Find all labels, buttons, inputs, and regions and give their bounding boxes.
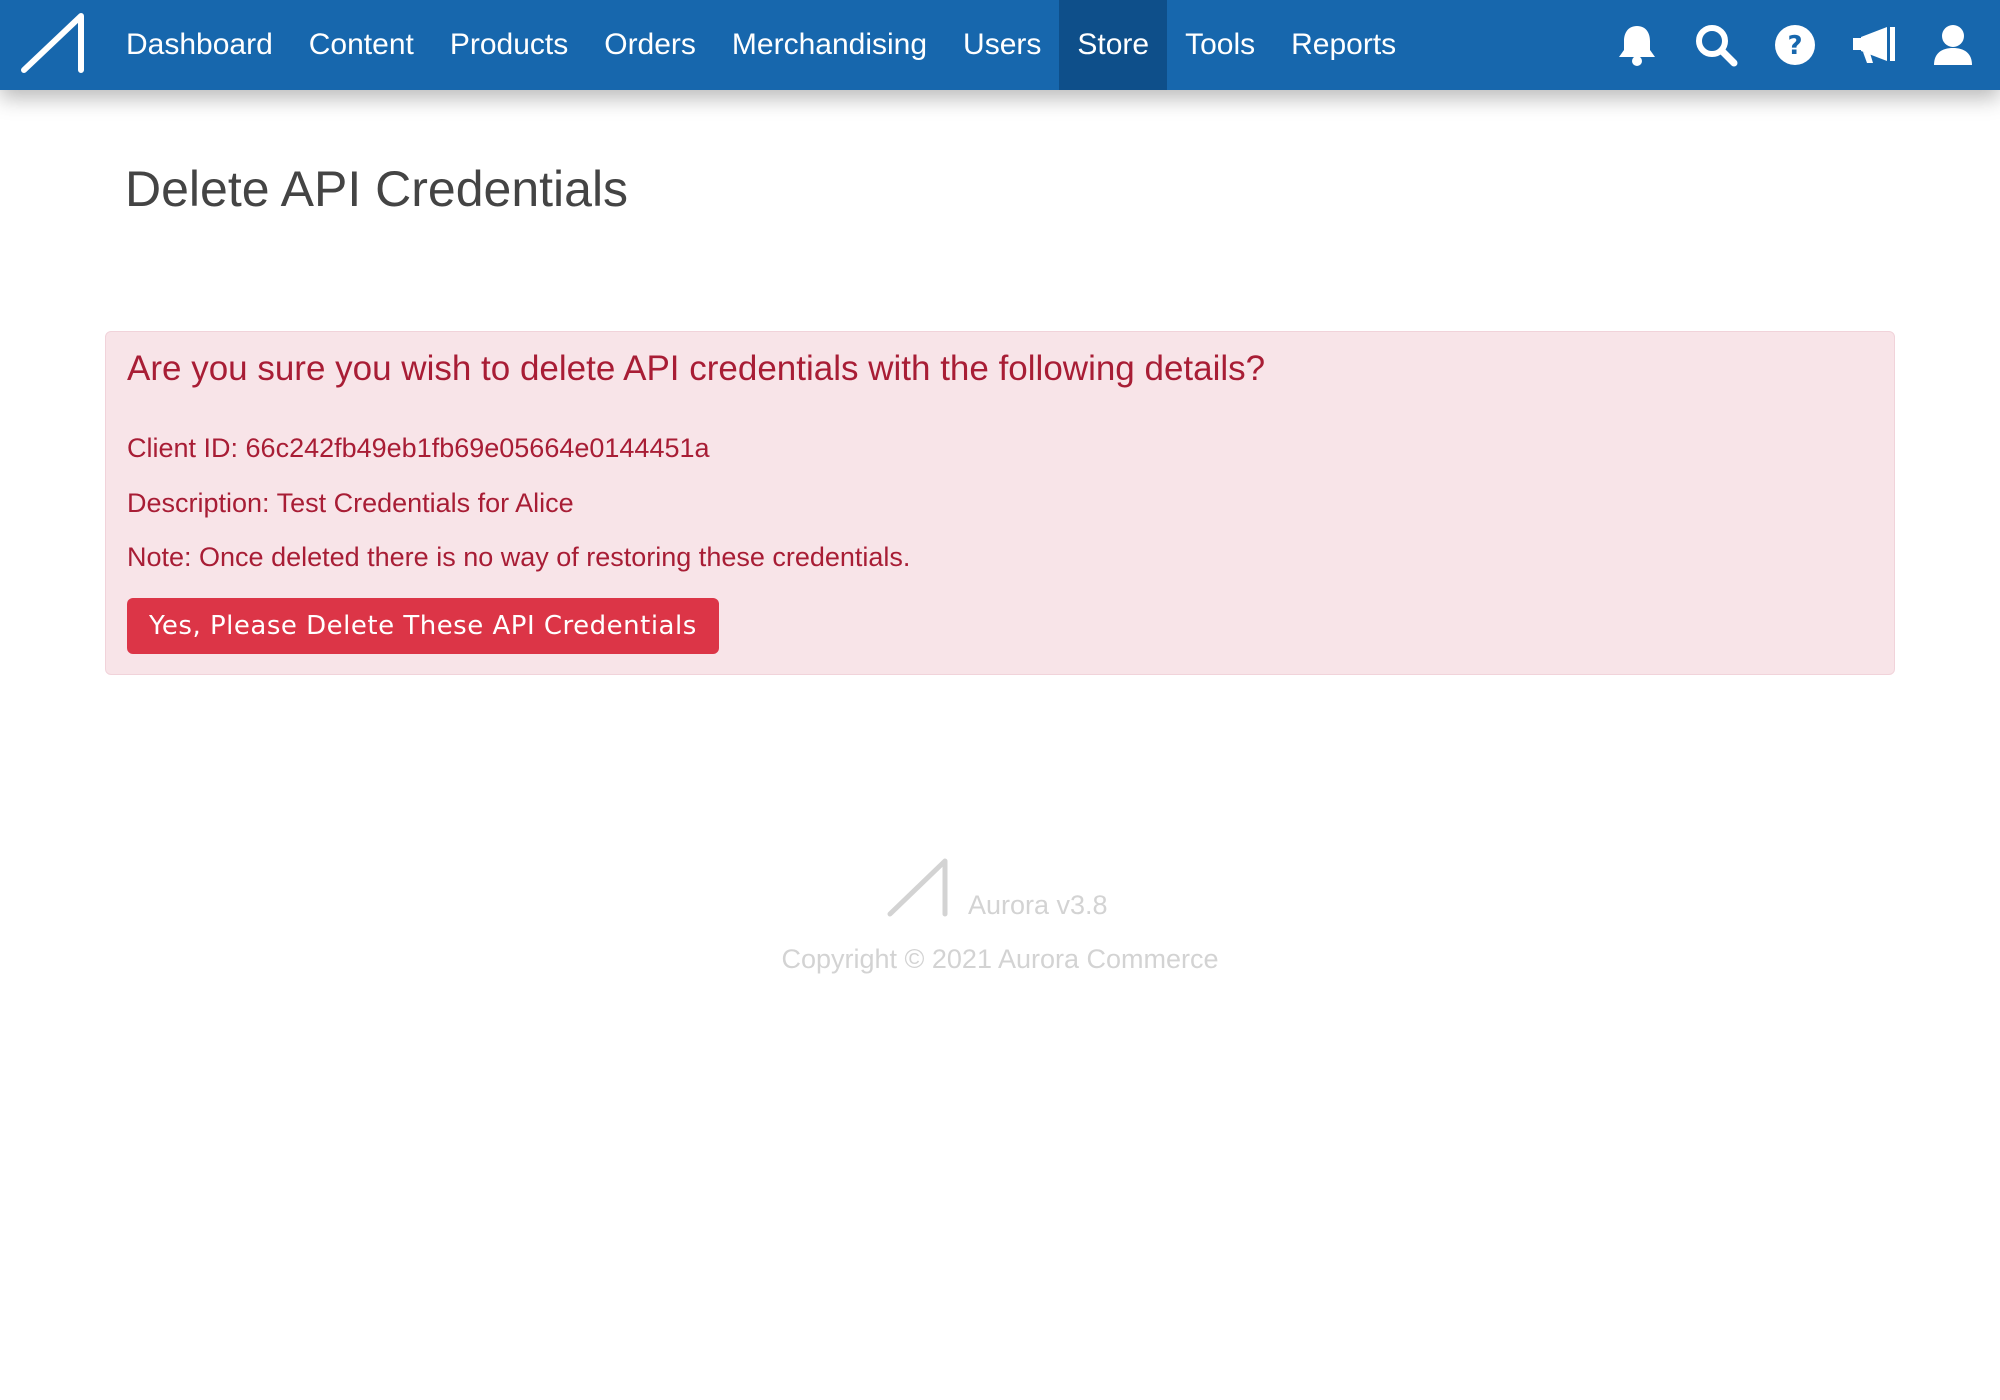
description-line: Description: Test Credentials for Alice [127, 488, 574, 518]
confirm-delete-button[interactable]: Yes, Please Delete These API Credentials [127, 598, 719, 654]
nav-icon-group: ? [1585, 0, 1980, 90]
main-nav: Dashboard Content Products Orders Mercha… [108, 0, 1414, 90]
nav-item-store[interactable]: Store [1059, 0, 1168, 90]
svg-text:?: ? [1787, 31, 1802, 61]
nav-item-reports[interactable]: Reports [1273, 0, 1414, 90]
nav-item-merchandising[interactable]: Merchandising [714, 0, 945, 90]
top-navigation-bar: Dashboard Content Products Orders Mercha… [0, 0, 2000, 90]
note-line: Note: Once deleted there is no way of re… [127, 542, 911, 572]
aurora-logo-icon[interactable] [18, 12, 86, 76]
nav-item-products[interactable]: Products [432, 0, 586, 90]
footer-logo-icon [887, 858, 948, 917]
nav-item-users[interactable]: Users [945, 0, 1059, 90]
nav-item-orders[interactable]: Orders [586, 0, 714, 90]
help-icon[interactable]: ? [1768, 18, 1822, 72]
footer-version: Aurora v3.8 [968, 890, 1108, 920]
nav-item-dashboard[interactable]: Dashboard [108, 0, 291, 90]
page-title: Delete API Credentials [125, 161, 629, 217]
nav-item-tools[interactable]: Tools [1167, 0, 1273, 90]
client-id-line: Client ID: 66c242fb49eb1fb69e05664e01444… [127, 433, 710, 463]
nav-item-content[interactable]: Content [291, 0, 432, 90]
bell-icon[interactable] [1610, 18, 1664, 72]
search-icon[interactable] [1689, 18, 1743, 72]
confirmation-heading: Are you sure you wish to delete API cred… [127, 349, 1266, 388]
footer-copyright: Copyright © 2021 Aurora Commerce [781, 944, 1219, 974]
megaphone-icon[interactable] [1847, 18, 1901, 72]
user-icon[interactable] [1926, 18, 1980, 72]
delete-confirmation-alert: Are you sure you wish to delete API cred… [105, 331, 1895, 675]
